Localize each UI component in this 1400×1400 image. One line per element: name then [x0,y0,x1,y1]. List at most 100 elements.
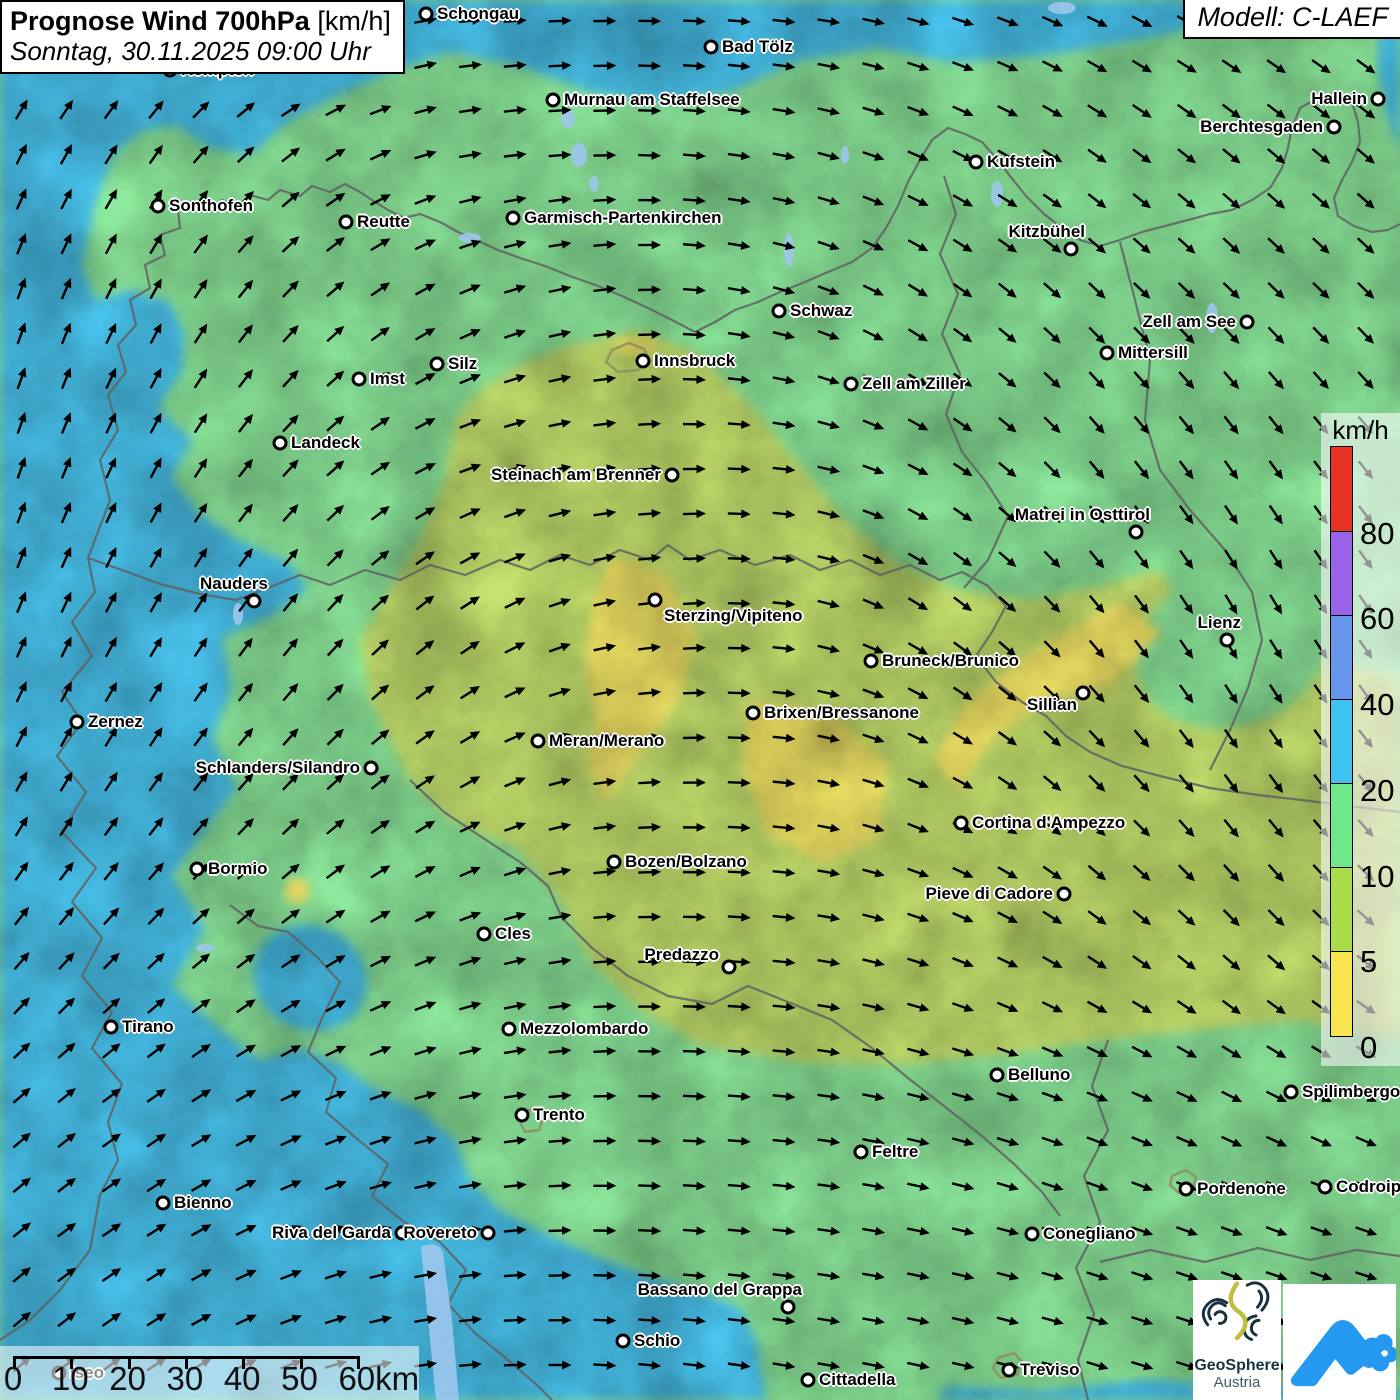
wind-arrow [548,820,572,834]
wind-arrow [324,1267,349,1282]
wind-arrow [906,281,930,301]
wind-arrow [191,277,211,301]
wind-arrow [548,327,572,341]
wind-arrow [1220,57,1244,77]
city-label: Mezzolombardo [520,1019,648,1039]
wind-arrow [1310,190,1333,212]
wind-arrow [1176,503,1197,527]
wind-arrow [1041,280,1064,302]
wind-arrow [1355,146,1378,168]
wind-arrow [1131,235,1154,257]
wind-arrow [772,149,796,162]
wind-arrow [1130,57,1154,76]
wind-arrow [1176,369,1198,392]
wind-arrow [1130,1358,1155,1373]
wind-arrow [369,279,393,299]
wind-arrow [503,955,527,969]
wind-arrow [772,867,796,878]
wind-arrow [728,1002,751,1012]
wind-arrow [1085,1313,1110,1328]
wind-arrow [279,951,303,971]
wind-arrow [235,411,256,435]
wind-arrow [146,814,167,838]
wind-arrow [147,411,166,435]
wind-arrow [1131,458,1152,482]
city-label: Cortina d'Ampezzo [972,813,1125,833]
wind-arrow [1086,191,1110,212]
geosphere-name: GeoSphere [1193,1357,1281,1374]
wind-arrow [772,1225,796,1236]
wind-arrow [279,860,302,882]
wind-arrow [817,1001,841,1013]
wind-arrow [906,865,931,881]
scalebar-label: 50 [281,1360,318,1398]
wind-arrow [234,1041,258,1061]
city-label: Sterzing/Vipiteno [664,606,803,626]
wind-arrow [906,684,930,703]
wind-arrow [280,635,301,658]
city-label: Bruneck/Brunico [882,651,1019,671]
wind-arrow [458,637,482,657]
city-marker [1318,1180,1333,1195]
wind-arrow [459,1314,483,1325]
wind-arrow [727,1315,751,1326]
wind-arrow [236,546,257,570]
wind-arrow [951,729,975,748]
wind-arrow [280,725,302,748]
wind-arrow [191,635,211,659]
wind-arrow [861,416,886,433]
wind-arrow [1130,1178,1155,1194]
wind-arrow [1041,863,1065,883]
wind-arrow [324,412,347,434]
wind-arrow [12,859,32,883]
wind-arrow [861,103,886,118]
wind-arrow [817,1225,841,1237]
wind-arrow [280,233,303,255]
city-marker [801,1373,816,1388]
wind-arrow [727,329,751,341]
wind-arrow [324,234,348,255]
wind-arrow [1221,817,1242,840]
wind-arrow [1266,548,1286,572]
wind-arrow [58,411,75,436]
city-marker [1240,315,1255,330]
city-marker [990,1068,1005,1083]
city-label: Matrei in Osttirol [1015,505,1150,525]
wind-arrow [1265,146,1288,168]
wind-arrow [503,282,528,297]
wind-arrow [1131,862,1154,884]
wind-arrow [996,459,1019,480]
wind-arrow [58,366,75,391]
wind-arrow [145,1220,169,1240]
city-label: Garmisch-Partenkirchen [524,208,721,228]
wind-arrow [1086,862,1109,883]
wind-arrow [100,1130,124,1151]
wind-arrow [12,97,31,121]
wind-arrow [1041,369,1064,391]
wind-arrow [548,1046,572,1057]
wind-arrow [280,680,302,703]
wind-arrow [100,1309,124,1329]
wind-arrow [101,814,122,838]
wind-arrow [368,952,393,970]
wind-arrow [638,1315,662,1325]
wind-arrow [683,1002,706,1011]
city-label: Cittadella [819,1370,896,1390]
wind-arrow [1175,1088,1200,1106]
title-parameter: Prognose Wind 700hPa [10,6,310,36]
city-label: Lienz [1198,613,1241,633]
wind-arrow [816,327,841,343]
wind-arrow [996,325,1019,346]
city-label: Kufstein [987,152,1055,172]
wind-arrow [862,1269,886,1282]
wind-arrow [951,774,975,793]
wind-arrow [413,369,437,388]
wind-arrow [906,326,930,346]
wind-arrow [593,507,617,519]
wind-arrow [191,321,211,345]
wind-arrow [1264,1223,1289,1239]
map-title: Prognose Wind 700hPa [km/h] [10,6,391,36]
wind-arrow [861,148,886,164]
wind-arrow [324,1177,349,1193]
wind-arrow [147,276,166,300]
